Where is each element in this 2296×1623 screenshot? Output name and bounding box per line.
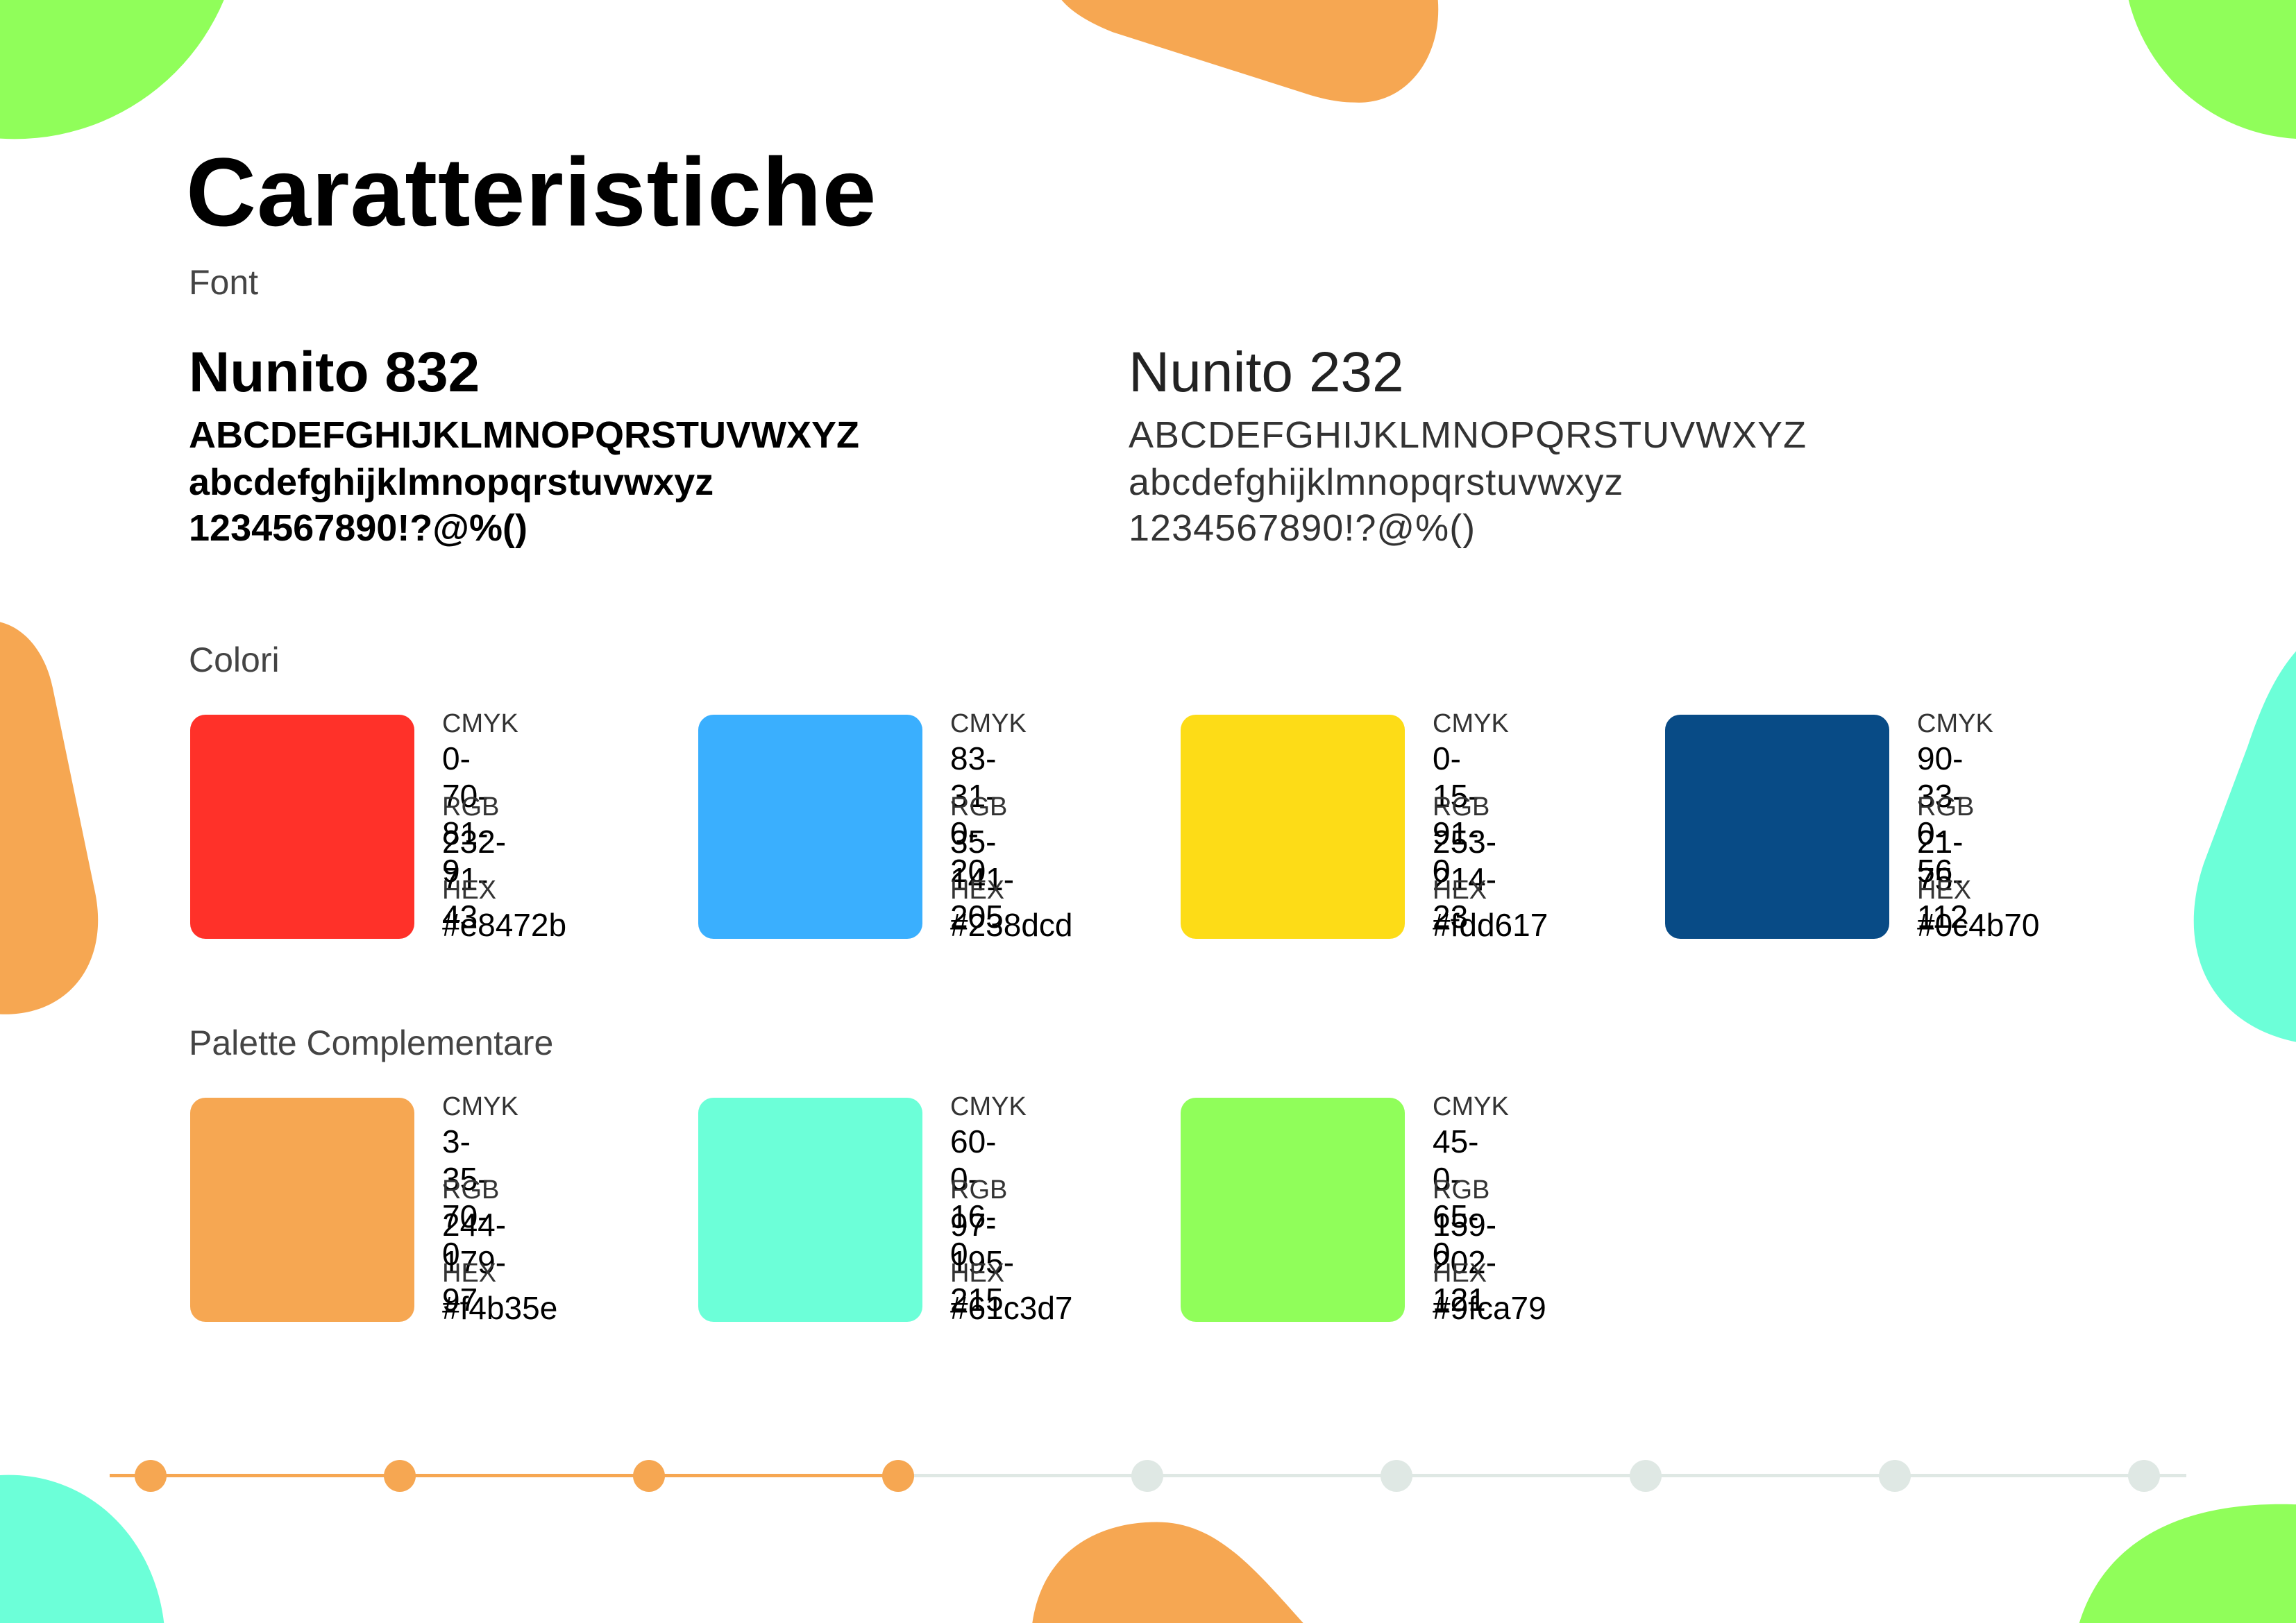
color-swatch-yellow: [1181, 715, 1405, 939]
font-section-label: Font: [189, 263, 259, 302]
rgb-label: RGB: [442, 1175, 500, 1205]
palette-swatch-green: [1181, 1098, 1405, 1322]
hex-value: #f4b35e: [442, 1290, 558, 1326]
hex-label: HEX: [442, 876, 497, 905]
blob-right: [2193, 651, 2296, 1042]
blob-top-left: [0, 0, 224, 139]
palette-swatch-orange: [190, 1098, 414, 1322]
cmyk-label: CMYK: [442, 709, 518, 738]
progress-dot: [1381, 1460, 1412, 1492]
hex-label: HEX: [1433, 1259, 1487, 1288]
blob-left: [0, 622, 99, 1014]
light-digits-sample: 1234567890!?@%(): [1129, 507, 1476, 549]
color-swatch-navy: [1665, 715, 1889, 939]
cmyk-label: CMYK: [1433, 709, 1509, 738]
cmyk-label: CMYK: [1433, 1092, 1509, 1121]
colors-section-label: Colori: [189, 640, 280, 679]
hex-label: HEX: [1433, 876, 1487, 905]
blob-top-right: [2128, 0, 2296, 139]
cmyk-label: CMYK: [950, 1092, 1027, 1121]
bold-uppercase-sample: ABCDEFGHIJKLMNOPQRSTUVWXYZ: [189, 414, 860, 456]
progress-dot: [633, 1460, 665, 1492]
light-uppercase-sample: ABCDEFGHIJKLMNOPQRSTUVWXYZ: [1129, 414, 1807, 456]
bold-font-name: Nunito 832: [189, 341, 480, 404]
palette-section-label: Palette Complementare: [189, 1023, 554, 1062]
rgb-label: RGB: [950, 792, 1008, 822]
color-swatch-blue: [698, 715, 922, 939]
progress-dot: [1879, 1460, 1911, 1492]
light-lowercase-sample: abcdefghijklmnopqrstuvwxyz: [1129, 461, 1624, 503]
rgb-label: RGB: [1433, 792, 1490, 822]
hex-label: HEX: [442, 1259, 497, 1288]
bold-digits-sample: 1234567890!?@%(): [189, 507, 527, 549]
hex-label: HEX: [950, 1259, 1005, 1288]
light-font-name: Nunito 232: [1129, 341, 1404, 404]
cmyk-label: CMYK: [950, 709, 1027, 738]
palette-swatch-teal: [698, 1098, 922, 1322]
progress-dot: [384, 1460, 416, 1492]
rgb-label: RGB: [442, 792, 500, 822]
blob-bottom-center: [1032, 1522, 1303, 1623]
blob-top-center: [1061, 0, 1439, 103]
hex-value: #fdd617: [1433, 907, 1548, 943]
hex-value: #9fca79: [1433, 1290, 1546, 1326]
rgb-label: RGB: [1917, 792, 1975, 822]
progress-dot: [882, 1460, 914, 1492]
hex-value: #0c4b70: [1917, 907, 2040, 943]
progress-dot: [135, 1460, 167, 1492]
rgb-label: RGB: [950, 1175, 1008, 1205]
blob-bottom-right: [2079, 1504, 2296, 1623]
cmyk-label: CMYK: [1917, 709, 1993, 738]
hex-label: HEX: [950, 876, 1005, 905]
progress-dot: [1131, 1460, 1163, 1492]
hex-value: #238dcd: [950, 907, 1073, 943]
progress-fill: [110, 1474, 898, 1477]
progress-dot: [2128, 1460, 2160, 1492]
color-swatch-red: [190, 715, 414, 939]
progress-dot: [1630, 1460, 1662, 1492]
hex-value: #61c3d7: [950, 1290, 1073, 1326]
page-title: Caratteristiche: [186, 137, 877, 246]
rgb-label: RGB: [1433, 1175, 1490, 1205]
hex-value: #e8472b: [442, 907, 567, 943]
blob-bottom-left: [0, 1475, 164, 1623]
hex-label: HEX: [1917, 876, 1972, 905]
cmyk-label: CMYK: [442, 1092, 518, 1121]
bold-lowercase-sample: abcdefghijklmnopqrstuvwxyz: [189, 461, 714, 503]
